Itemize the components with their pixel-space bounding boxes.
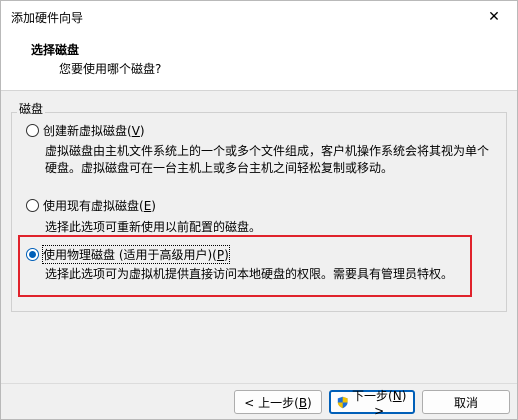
radio-use-physical[interactable] [26,248,39,261]
option-use-physical-description: 选择此选项可为虚拟机提供直接访问本地硬盘的权限。需要具有管理员特权。 [45,266,453,283]
description-line: 虚拟磁盘由主机文件系统上的一个或多个文件组成，客户机操作系统会将其视为单个 [45,144,490,158]
page-title: 选择磁盘 [31,43,80,57]
option-create-new-description: 虚拟磁盘由主机文件系统上的一个或多个文件组成，客户机操作系统会将其视为单个 硬盘… [45,143,489,177]
uac-shield-icon [337,396,348,408]
next-button-label: 下一步(N) > [352,388,407,418]
radio-use-existing[interactable] [26,199,39,212]
add-hardware-wizard-window: 添加硬件向导 ✕ 选择磁盘 您要使用哪个磁盘? 磁盘 创建新虚拟磁盘(V) 虚拟… [0,0,518,420]
option-use-physical-disk[interactable]: 使用物理磁盘 (适用于高级用户)(P) [26,245,230,264]
option-use-physical-label: 使用物理磁盘 (适用于高级用户)(P) [42,245,230,264]
option-create-new-label: 创建新虚拟磁盘(V) [43,124,145,138]
description-line: 选择此选项可为虚拟机提供直接访问本地硬盘的权限。需要具有管理员特权。 [45,267,454,281]
cancel-button[interactable]: 取消 [422,390,510,414]
description-line: 选择此选项可重新使用以前配置的磁盘。 [45,220,262,234]
radio-create-new[interactable] [26,124,39,137]
disk-group-label: 磁盘 [17,100,46,117]
window-title: 添加硬件向导 [11,11,84,25]
description-line: 硬盘。虚拟磁盘可在一台主机上或多台主机之间轻松复制或移动。 [45,161,394,175]
page-subtitle: 您要使用哪个磁盘? [59,62,162,76]
title-bar[interactable]: 添加硬件向导 ✕ [1,1,517,32]
back-button-label: < 上一步(B) [244,395,312,410]
close-button[interactable]: ✕ [471,1,517,32]
option-use-existing-label: 使用现有虚拟磁盘(E) [43,199,156,213]
option-create-new-virtual-disk[interactable]: 创建新虚拟磁盘(V) [26,122,145,139]
back-button[interactable]: < 上一步(B) [234,390,322,414]
option-use-existing-description: 选择此选项可重新使用以前配置的磁盘。 [45,219,261,236]
next-button[interactable]: 下一步(N) > [329,389,415,418]
wizard-header: 选择磁盘 您要使用哪个磁盘? [1,32,517,91]
option-use-existing-virtual-disk[interactable]: 使用现有虚拟磁盘(E) [26,197,156,214]
footer-separator [1,383,517,384]
cancel-button-label: 取消 [453,395,478,410]
close-icon: ✕ [488,8,500,25]
